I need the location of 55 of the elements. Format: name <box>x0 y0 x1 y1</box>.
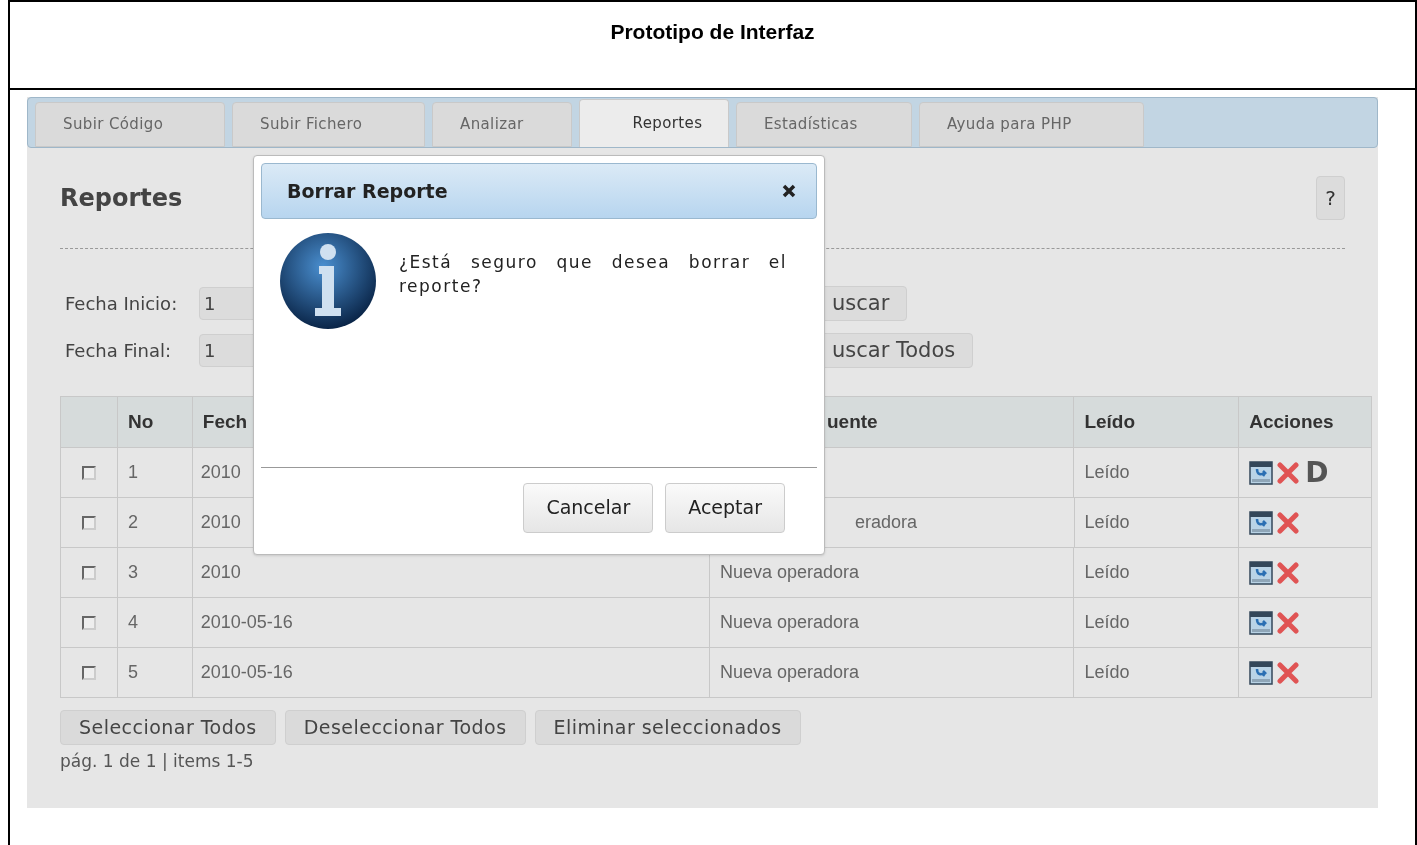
tab[interactable]: Estadísticas <box>736 102 912 147</box>
report-icon[interactable] <box>1249 510 1274 535</box>
column-header: No <box>127 409 154 434</box>
table-cell-text: 5 <box>127 661 138 684</box>
tab[interactable]: Subir Código <box>35 102 225 147</box>
table-cell-text: 2 <box>127 511 138 534</box>
pagination-text: pág. 1 de 1 | items 1-5 <box>60 751 254 771</box>
table-cell-text: Leído <box>1084 461 1130 484</box>
row-checkbox[interactable] <box>81 465 96 480</box>
info-icon <box>279 231 377 330</box>
report-icon[interactable] <box>1249 460 1274 485</box>
table-action-button[interactable]: Seleccionar Todos <box>60 710 276 745</box>
table-cell-text: Leído <box>1084 611 1130 634</box>
table-cell-text: 2010-05-16 <box>200 611 293 634</box>
table-cell-text: 2010 <box>200 561 241 584</box>
report-icon[interactable] <box>1249 660 1274 685</box>
table-cell-text: Leído <box>1084 561 1130 584</box>
action-letter[interactable]: D <box>1305 458 1329 487</box>
table-action-button[interactable]: Deseleccionar Todos <box>284 710 526 745</box>
column-header: Leído <box>1084 409 1136 434</box>
row-checkbox[interactable] <box>81 615 96 630</box>
column-header: Fech <box>202 409 248 434</box>
help-button[interactable]: ? <box>1316 176 1345 220</box>
report-icon[interactable] <box>1249 560 1274 585</box>
table-cell-text: 2010 <box>200 511 241 534</box>
table-cell-text: Nueva operadora <box>720 561 860 584</box>
table-cell-text: Leído <box>1084 661 1130 684</box>
filter-label: Fecha Inicio: <box>64 292 179 316</box>
table-cell-text: 3 <box>127 561 138 584</box>
table-cell-text: eradora <box>854 511 917 534</box>
column-header: Acciones <box>1249 409 1334 434</box>
page-heading: Reportes <box>60 183 183 214</box>
row-checkbox[interactable] <box>81 515 96 530</box>
tab[interactable]: Reportes <box>579 99 729 147</box>
row-checkbox[interactable] <box>81 565 96 580</box>
document-title: Prototipo de Interfaz <box>610 19 815 45</box>
tab[interactable]: Subir Fichero <box>232 102 425 147</box>
row-checkbox[interactable] <box>81 665 96 680</box>
close-icon[interactable] <box>782 183 796 198</box>
column-header: uente <box>826 409 878 434</box>
table-cell-text: Nueva operadora <box>720 661 860 684</box>
dialog-button[interactable]: Aceptar <box>665 482 785 533</box>
filter-label: Fecha Final: <box>64 339 173 363</box>
table-cell-text: 2010-05-16 <box>200 661 293 684</box>
table-cell-text: Nueva operadora <box>720 611 860 634</box>
table-cell-text: 1 <box>127 461 138 484</box>
dialog-title: Borrar Reporte <box>287 178 448 204</box>
tab[interactable]: Analizar <box>432 102 572 147</box>
report-icon[interactable] <box>1249 610 1274 635</box>
table-cell-text: Leído <box>1084 511 1130 534</box>
table-action-button[interactable]: Eliminar seleccionados <box>534 710 801 745</box>
dialog-button[interactable]: Cancelar <box>523 482 654 533</box>
table-cell-text: 4 <box>127 611 138 634</box>
table-cell-text: 2010 <box>200 461 241 484</box>
tab[interactable]: Ayuda para PHP <box>919 102 1144 147</box>
